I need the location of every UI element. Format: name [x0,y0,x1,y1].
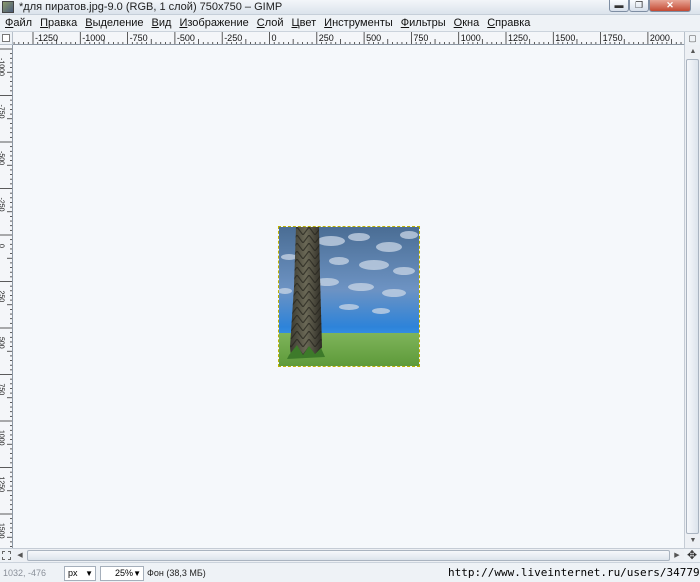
menu-mnemonic: И [324,17,333,29]
gimp-app-icon [2,1,14,13]
ruler-label: -250 [0,198,5,212]
menu-label: нструменты [332,17,393,29]
image-layer-background[interactable] [278,226,420,367]
ruler-label: -750 [130,33,148,43]
menu-mnemonic: С [256,17,265,29]
zoom-select[interactable]: 25% ▼ [100,566,144,581]
status-bar: 1032, -476 px ▼ 25% ▼ Фон (38,3 МБ) http… [0,562,700,582]
menu-label: ыделение [92,17,144,29]
ruler-label: -500 [177,33,195,43]
unit-value: px [68,568,78,578]
scroll-left-icon[interactable]: ◀ [14,550,26,562]
unit-select[interactable]: px ▼ [64,566,96,581]
menu-label: зображение [187,17,249,29]
menu-item[interactable]: Окна [450,15,484,31]
menu-item[interactable]: Цвет [288,15,321,31]
menu-label: лой [264,17,284,29]
vertical-ruler-scale: -1000 -750 -500 -250 0 250 500 750 1000 1250 1500 [0,48,12,547]
ruler-label: 1000 [0,430,5,446]
menu-mnemonic: В [85,17,93,29]
menu-mnemonic: Ф [400,17,410,29]
ruler-label: 750 [413,33,428,43]
menu-mnemonic: С [487,17,496,29]
zoom-value: 25% [114,568,133,578]
ruler-label: -1000 [0,58,5,76]
menu-label: ид [158,17,172,29]
menu-arrow-icon [2,34,10,42]
palm-sky-image [279,227,419,366]
title-bar: *для пиратов.jpg-9.0 (RGB, 1 слой) 750x7… [0,0,700,15]
vertical-scroll-thumb[interactable] [686,59,699,534]
scroll-right-icon[interactable]: ▶ [671,550,683,562]
menu-label: айл [13,17,33,29]
menu-item[interactable]: Справка [483,15,534,31]
menu-item[interactable]: Фильтры [397,15,450,31]
navigate-icon[interactable]: ✥ [684,548,700,562]
menu-item[interactable]: Инструменты [320,15,397,31]
minimize-button[interactable]: ▬ [609,0,629,12]
menu-item[interactable]: Изображение [175,15,252,31]
ruler-label: -1250 [35,33,58,43]
scroll-up-icon[interactable]: ▲ [687,46,699,58]
ruler-label: 1250 [508,33,528,43]
ruler-label: 750 [0,384,5,396]
quick-mask-icon [2,551,11,560]
close-button[interactable]: ✕ [649,0,691,12]
ruler-label: 250 [0,291,5,303]
pointer-coordinates: 1032, -476 [3,568,47,578]
ruler-label: 1250 [0,477,5,493]
ruler-label: 1500 [555,33,575,43]
scroll-down-icon[interactable]: ▼ [687,535,699,547]
zoom-image-button[interactable]: ▢ [684,32,700,45]
menu-item[interactable]: Правка [36,15,81,31]
window-title: *для пиратов.jpg-9.0 (RGB, 1 слой) 750x7… [19,1,283,13]
menu-mnemonic: Ц [291,17,300,29]
menu-mnemonic: П [40,17,48,29]
vertical-scrollbar[interactable]: ▲ ▼ [684,45,700,548]
ruler-label: 0 [272,33,277,43]
menu-item[interactable]: Слой [253,15,288,31]
watermark-url: http://www.liveinternet.ru/users/3477996… [448,566,700,579]
menu-label: вет [299,17,317,29]
menu-label: кна [462,17,480,29]
menu-item[interactable]: Вид [148,15,176,31]
image-canvas[interactable] [13,45,684,548]
ruler-label: -250 [224,33,242,43]
quick-mask-toggle[interactable] [0,548,13,562]
layer-info: Фон (38,3 МБ) [147,568,206,578]
menu-item[interactable]: Файл [1,15,36,31]
chevron-down-icon: ▼ [85,569,93,578]
menu-label: равка [47,17,78,29]
ruler-label: 1750 [603,33,623,43]
ruler-label: 500 [366,33,381,43]
ruler-label: 1000 [461,33,481,43]
menu-mnemonic: О [453,17,463,29]
ruler-label: 0 [0,244,5,248]
menu-item[interactable]: Выделение [81,15,147,31]
ruler-label: -1000 [82,33,105,43]
horizontal-ruler-scale: -1250 -1000 -750 -500 -250 0 250 500 750 1000 1250… [13,32,682,44]
menu-label: правка [495,17,531,29]
vertical-ruler[interactable]: -1000 -750 -500 -250 0 250 500 750 1000 1250 1500 [0,45,13,548]
chevron-down-icon: ▼ [133,569,141,578]
quick-menu-corner[interactable] [0,32,13,45]
menu-bar: Файл Правка Выделение Вид Изображение Слой Цве… [0,15,700,32]
horizontal-ruler[interactable]: -1250 -1000 -750 -500 -250 0 250 500 750 1000 1250… [13,32,684,45]
horizontal-scrollbar[interactable]: ◀ ▶ [13,548,684,562]
ruler-label: -500 [0,151,5,165]
ruler-label: 1500 [0,523,5,539]
ruler-label: 500 [0,337,5,349]
ruler-label: -750 [0,105,5,119]
ruler-label: 2000 [650,33,670,43]
maximize-button[interactable]: ❐ [629,0,649,12]
menu-label: ильтры [409,17,446,29]
horizontal-scroll-thumb[interactable] [27,550,670,561]
ruler-label: 250 [319,33,334,43]
menu-mnemonic: В [151,17,159,29]
